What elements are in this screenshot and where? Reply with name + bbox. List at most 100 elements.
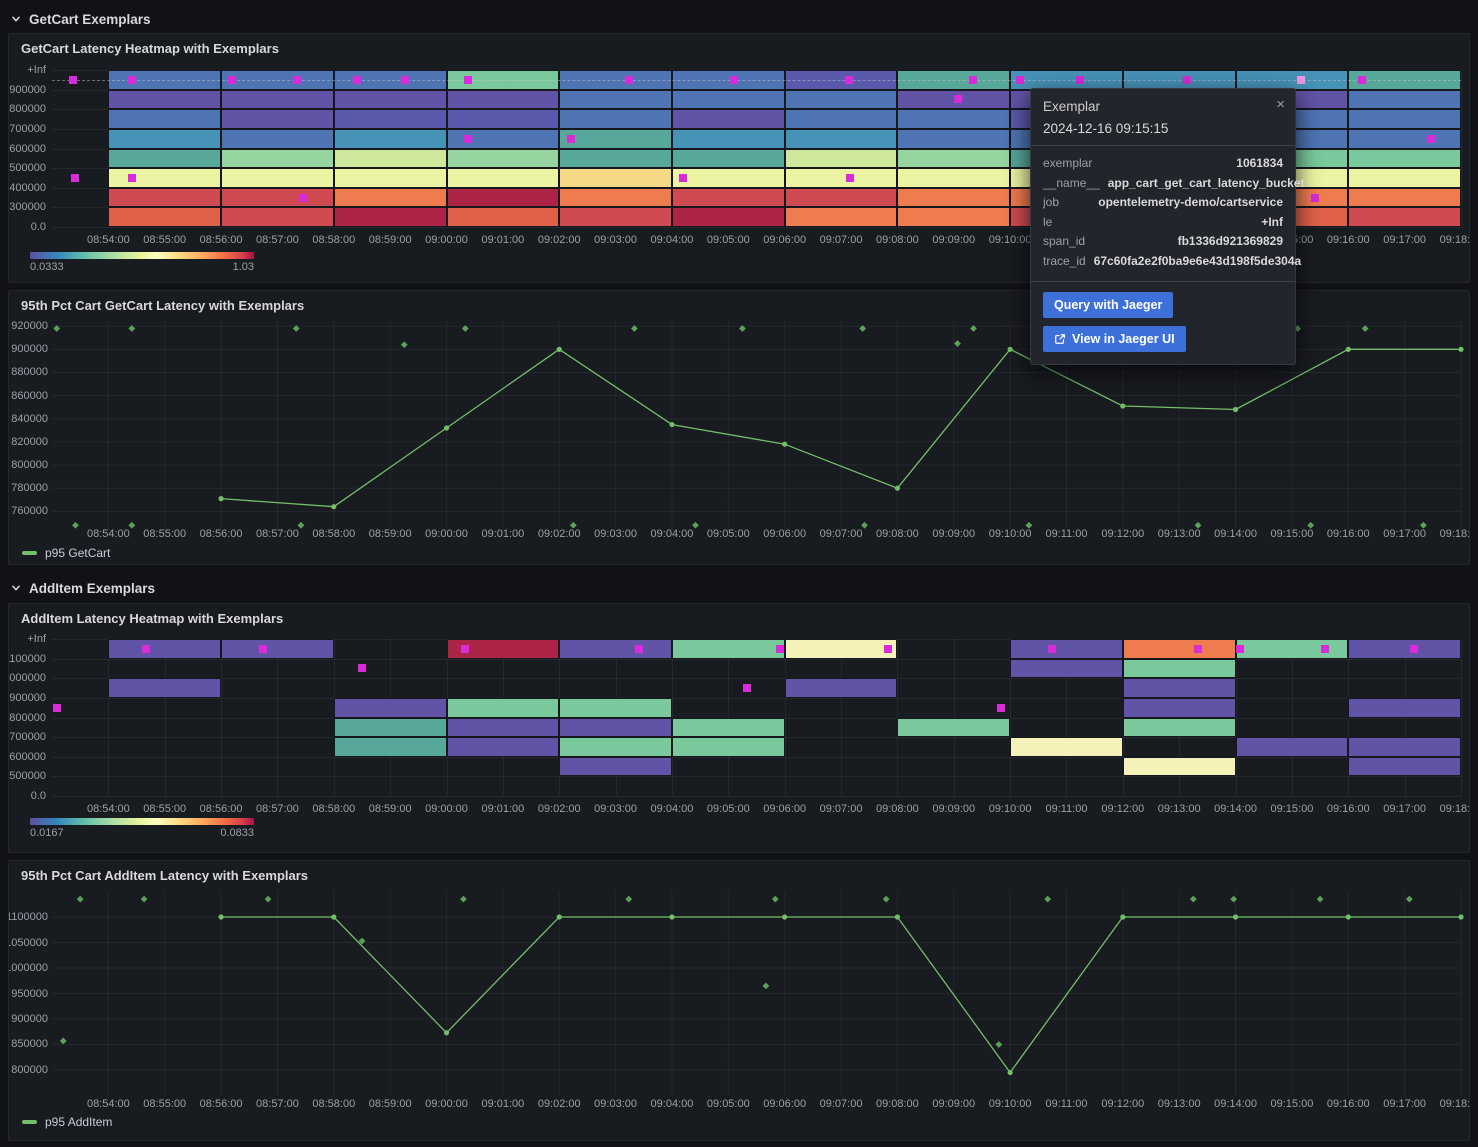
exemplar-marker[interactable] bbox=[1358, 76, 1366, 84]
heatmap-cell[interactable] bbox=[1348, 737, 1461, 757]
exemplar-marker[interactable] bbox=[228, 76, 236, 84]
heatmap-cell[interactable] bbox=[108, 678, 221, 698]
heatmap-cell[interactable] bbox=[1348, 639, 1461, 659]
heatmap-cell[interactable] bbox=[1348, 109, 1461, 129]
data-point[interactable] bbox=[218, 914, 223, 919]
heatmap-cell[interactable] bbox=[447, 737, 560, 757]
data-point[interactable] bbox=[1233, 914, 1238, 919]
heatmap-cell[interactable] bbox=[334, 149, 447, 169]
exemplar-marker[interactable] bbox=[635, 645, 643, 653]
exemplar-marker[interactable] bbox=[846, 174, 854, 182]
heatmap-cell[interactable] bbox=[785, 90, 898, 110]
data-point[interactable] bbox=[895, 486, 900, 491]
heatmap-cell[interactable] bbox=[108, 129, 221, 149]
heatmap-cell[interactable] bbox=[221, 168, 334, 188]
exemplar-diamond[interactable] bbox=[883, 896, 890, 903]
heatmap-cell[interactable] bbox=[334, 718, 447, 738]
exemplar-marker[interactable] bbox=[293, 76, 301, 84]
heatmap-cell[interactable] bbox=[559, 188, 672, 208]
exemplar-marker[interactable] bbox=[743, 684, 751, 692]
exemplar-diamond[interactable] bbox=[625, 896, 632, 903]
heatmap-cell[interactable] bbox=[1348, 188, 1461, 208]
exemplar-marker[interactable] bbox=[259, 645, 267, 653]
exemplar-marker[interactable] bbox=[625, 76, 633, 84]
heatmap-cell[interactable] bbox=[785, 149, 898, 169]
legend-item[interactable]: p95 GetCart bbox=[22, 546, 110, 560]
exemplar-diamond[interactable] bbox=[762, 982, 769, 989]
exemplar-marker[interactable] bbox=[464, 135, 472, 143]
exemplar-diamond[interactable] bbox=[401, 341, 408, 348]
heatmap-cell[interactable] bbox=[559, 698, 672, 718]
panel-title[interactable]: AddItem Latency Heatmap with Exemplars bbox=[21, 611, 283, 626]
heatmap-cell[interactable] bbox=[897, 109, 1010, 129]
data-point[interactable] bbox=[669, 914, 674, 919]
heatmap-cell[interactable] bbox=[1348, 129, 1461, 149]
data-point[interactable] bbox=[557, 914, 562, 919]
heatmap-cell[interactable] bbox=[108, 90, 221, 110]
legend-item[interactable]: p95 AddItem bbox=[22, 1115, 112, 1129]
data-point[interactable] bbox=[1008, 1070, 1013, 1075]
heatmap-cell[interactable] bbox=[1010, 737, 1123, 757]
data-point[interactable] bbox=[1120, 914, 1125, 919]
heatmap-cell[interactable] bbox=[672, 149, 785, 169]
data-point[interactable] bbox=[1346, 914, 1351, 919]
exemplar-marker[interactable] bbox=[730, 76, 738, 84]
data-point[interactable] bbox=[331, 914, 336, 919]
heatmap-cell[interactable] bbox=[672, 207, 785, 227]
heatmap-cell[interactable] bbox=[559, 757, 672, 777]
heatmap-cell[interactable] bbox=[108, 188, 221, 208]
data-point[interactable] bbox=[218, 496, 223, 501]
data-point[interactable] bbox=[1458, 914, 1463, 919]
exemplar-diamond[interactable] bbox=[1230, 896, 1237, 903]
heatmap-cell[interactable] bbox=[1123, 659, 1236, 679]
heatmap-cell[interactable] bbox=[334, 698, 447, 718]
heatmap-cell[interactable] bbox=[897, 207, 1010, 227]
heatmap-cell[interactable] bbox=[559, 718, 672, 738]
exemplar-marker[interactable] bbox=[1048, 645, 1056, 653]
exemplar-marker[interactable] bbox=[969, 76, 977, 84]
heatmap-cell[interactable] bbox=[1123, 698, 1236, 718]
heatmap-cell[interactable] bbox=[672, 90, 785, 110]
heatmap-cell[interactable] bbox=[447, 698, 560, 718]
exemplar-diamond[interactable] bbox=[1406, 896, 1413, 903]
heatmap-cell[interactable] bbox=[1348, 168, 1461, 188]
heatmap-cell[interactable] bbox=[559, 168, 672, 188]
heatmap-cell[interactable] bbox=[108, 207, 221, 227]
exemplar-diamond[interactable] bbox=[141, 896, 148, 903]
heatmap-cell[interactable] bbox=[1348, 90, 1461, 110]
exemplar-marker[interactable] bbox=[1311, 194, 1319, 202]
data-point[interactable] bbox=[1346, 347, 1351, 352]
heatmap-cell[interactable] bbox=[672, 188, 785, 208]
heatmap-cell[interactable] bbox=[334, 168, 447, 188]
exemplar-marker[interactable] bbox=[1016, 76, 1024, 84]
row-header-additem[interactable]: AddItem Exemplars bbox=[10, 577, 155, 599]
data-point[interactable] bbox=[782, 914, 787, 919]
exemplar-marker[interactable] bbox=[1236, 645, 1244, 653]
exemplar-marker[interactable] bbox=[884, 645, 892, 653]
heatmap-cell[interactable] bbox=[559, 90, 672, 110]
exemplar-diamond[interactable] bbox=[772, 896, 779, 903]
heatmap-cell[interactable] bbox=[221, 639, 334, 659]
heatmap-cell[interactable] bbox=[672, 718, 785, 738]
exemplar-marker[interactable] bbox=[679, 174, 687, 182]
panel-title[interactable]: 95th Pct Cart GetCart Latency with Exemp… bbox=[21, 298, 304, 313]
heatmap-cell[interactable] bbox=[1348, 207, 1461, 227]
exemplar-marker[interactable] bbox=[128, 76, 136, 84]
heatmap-cell[interactable] bbox=[334, 90, 447, 110]
heatmap-cell[interactable] bbox=[1123, 678, 1236, 698]
heatmap-cell[interactable] bbox=[785, 168, 898, 188]
heatmap-cell[interactable] bbox=[1236, 737, 1349, 757]
heatmap-cell[interactable] bbox=[221, 207, 334, 227]
row-header-getcart[interactable]: GetCart Exemplars bbox=[10, 8, 151, 30]
heatmap-cell[interactable] bbox=[334, 109, 447, 129]
heatmap-cell[interactable] bbox=[221, 129, 334, 149]
exemplar-marker[interactable] bbox=[299, 194, 307, 202]
exemplar-marker[interactable] bbox=[1410, 645, 1418, 653]
panel-title[interactable]: GetCart Latency Heatmap with Exemplars bbox=[21, 41, 279, 56]
exemplar-marker[interactable] bbox=[464, 76, 472, 84]
exemplar-marker[interactable] bbox=[461, 645, 469, 653]
exemplar-diamond[interactable] bbox=[460, 896, 467, 903]
data-point[interactable] bbox=[331, 504, 336, 509]
exemplar-marker[interactable] bbox=[401, 76, 409, 84]
heatmap-cell[interactable] bbox=[447, 718, 560, 738]
